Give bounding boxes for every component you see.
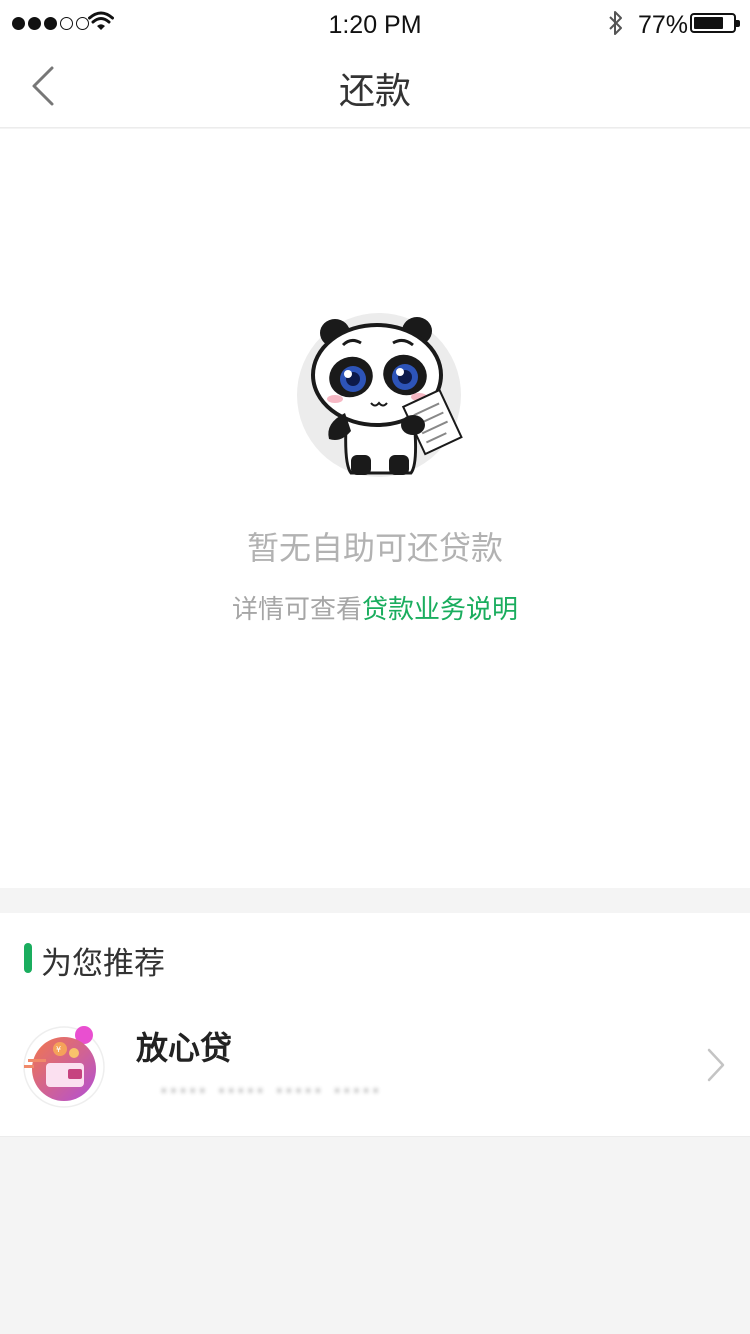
product-list-item[interactable]: ¥ 放心贷 ····· ····· ····· ·····	[0, 1013, 750, 1137]
navigation-bar: 还款	[0, 48, 750, 128]
chevron-right-icon	[707, 1048, 725, 1082]
recommend-section: 为您推荐 ¥ 放心贷 ····· ····· ····· ·····	[0, 913, 750, 1137]
battery-icon	[690, 13, 740, 33]
product-name: 放心贷	[136, 1029, 233, 1067]
svg-text:¥: ¥	[56, 1045, 61, 1054]
empty-state: 暂无自助可还贷款 详情可查看贷款业务说明	[0, 129, 750, 888]
empty-state-subtitle-prefix: 详情可查看	[231, 595, 362, 625]
panda-illustration	[297, 313, 463, 477]
wallet-icon: ¥	[23, 1026, 105, 1108]
battery-percent: 77%	[638, 11, 689, 39]
section-title: 为您推荐	[41, 946, 165, 982]
page-title: 还款	[338, 71, 411, 112]
bluetooth-icon	[609, 11, 622, 35]
loan-business-info-link[interactable]: 贷款业务说明	[362, 595, 518, 625]
section-accent-bar	[24, 943, 32, 973]
empty-state-subtitle: 详情可查看贷款业务说明	[0, 589, 750, 626]
empty-state-title: 暂无自助可还贷款	[246, 529, 503, 567]
status-bar: 1:20 PM 77%	[0, 0, 750, 48]
product-description: ····· ····· ····· ·····	[160, 1077, 382, 1105]
